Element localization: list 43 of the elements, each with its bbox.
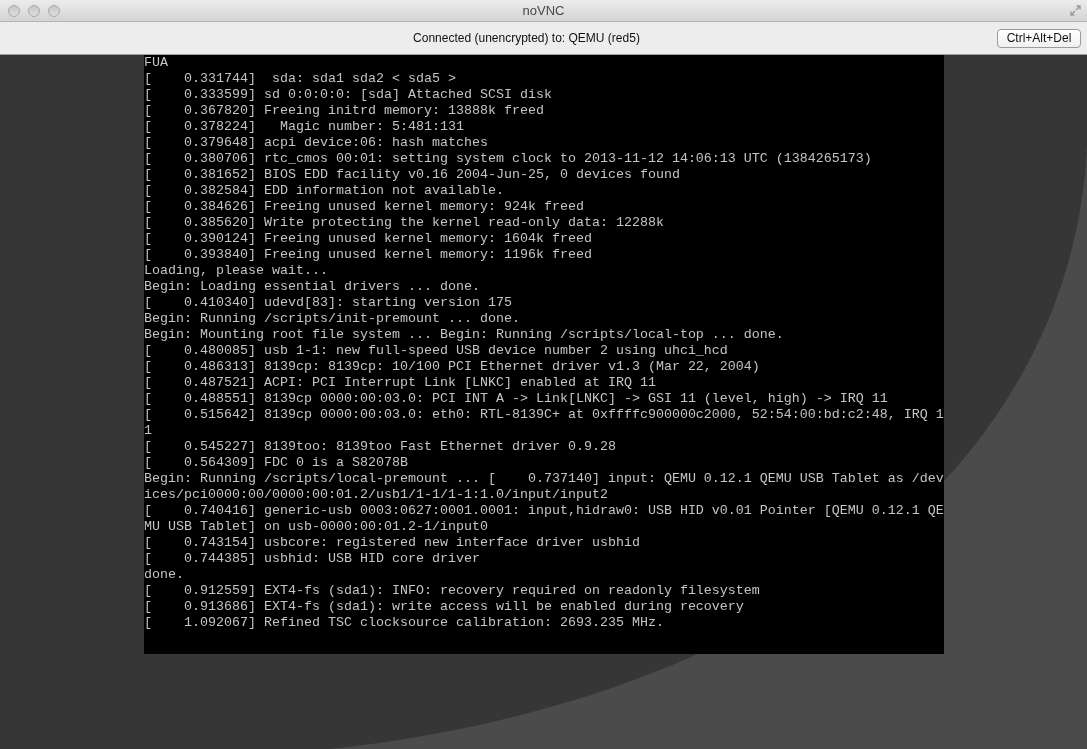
console-line: [ 0.333599] sd 0:0:0:0: [sda] Attached SCSI disk — [144, 87, 552, 103]
console-line: done. — [144, 567, 184, 583]
console-line: Begin: Running /scripts/init-premount ... done. — [144, 311, 520, 327]
console-line: Loading, please wait... — [144, 263, 328, 279]
console-line: [ 0.384626] Freeing unused kernel memory: 924k freed — [144, 199, 584, 215]
ctrl-alt-del-button[interactable]: Ctrl+Alt+Del — [997, 28, 1081, 48]
console-line: [ 0.410340] udevd[83]: starting version 175 — [144, 295, 512, 311]
console-line: [ 0.487521] ACPI: PCI Interrupt Link [LNKC] enabled at IRQ 11 — [144, 375, 656, 391]
fullscreen-icon[interactable] — [1070, 5, 1081, 16]
console-line: MU USB Tablet] on usb-0000:00:01.2-1/input0 — [144, 519, 488, 535]
console-line: [ 0.480085] usb 1-1: new full-speed USB device number 2 using uhci_hcd — [144, 343, 728, 359]
console-line: [ 0.381652] BIOS EDD facility v0.16 2004-Jun-25, 0 devices found — [144, 167, 680, 183]
console-line: [ 0.393840] Freeing unused kernel memory: 1196k freed — [144, 247, 592, 263]
console-line: Begin: Loading essential drivers ... done. — [144, 279, 480, 295]
console-line: [ 0.913686] EXT4-fs (sda1): write access will be enabled during recovery — [144, 599, 744, 615]
console-line: ices/pci0000:00/0000:00:01.2/usb1/1-1/1-1:1.0/input/input2 — [144, 487, 608, 503]
console-line: 1 — [144, 423, 152, 439]
console-line: [ 0.367820] Freeing initrd memory: 13888k freed — [144, 103, 544, 119]
console-line: [ 0.486313] 8139cp: 8139cp: 10/100 PCI Ethernet driver v1.3 (Mar 22, 2004) — [144, 359, 760, 375]
console-line: [ 0.743154] usbcore: registered new interface driver usbhid — [144, 535, 640, 551]
console-line: [ 0.912559] EXT4-fs (sda1): INFO: recovery required on readonly filesystem — [144, 583, 760, 599]
minimize-icon[interactable] — [28, 4, 40, 17]
console-line: [ 0.564309] FDC 0 is a S82078B — [144, 455, 408, 471]
console-line: [ 0.545227] 8139too: 8139too Fast Ethernet driver 0.9.28 — [144, 439, 616, 455]
console-line: [ 0.380706] rtc_cmos 00:01: setting system clock to 2013-11-12 14:06:13 UTC (1384265173) — [144, 151, 872, 167]
console-line: [ 0.390124] Freeing unused kernel memory: 1604k freed — [144, 231, 592, 247]
console-line: [ 0.382584] EDD information not available. — [144, 183, 504, 199]
close-icon[interactable] — [8, 4, 20, 17]
console-line: [ 0.331744] sda: sda1 sda2 < sda5 > — [144, 71, 456, 87]
console-line: [ 0.744385] usbhid: USB HID core driver — [144, 551, 480, 567]
zoom-icon[interactable] — [48, 4, 60, 17]
console-line: [ 0.515642] 8139cp 0000:00:03.0: eth0: RTL-8139C+ at 0xffffc900000c2000, 52:54:00:bd:c2:48, IRQ 1 — [144, 407, 944, 423]
console-line: [ 0.379648] acpi device:06: hash matches — [144, 135, 488, 151]
console-line: [ 0.488551] 8139cp 0000:00:03.0: PCI INT A -> Link[LNKC] -> GSI 11 (level, high) -> IRQ 11 — [144, 391, 888, 407]
console-line: [ 1.092067] Refined TSC clocksource calibration: 2693.235 MHz. — [144, 615, 664, 631]
console-line: FUA — [144, 55, 168, 71]
console-line: [ 0.385620] Write protecting the kernel read-only data: 12288k — [144, 215, 664, 231]
console-line: [ 0.740416] generic-usb 0003:0627:0001.0001: input,hidraw0: USB HID v0.01 Pointer [QEMU 0.12.1 QE — [144, 503, 944, 519]
window-title: noVNC — [522, 4, 565, 17]
console-line: Begin: Mounting root file system ... Begin: Running /scripts/local-top ... done. — [144, 327, 784, 343]
console-line: Begin: Running /scripts/local-premount ... [ 0.737140] input: QEMU 0.12.1 QEMU USB Tablet as /dev — [144, 471, 944, 487]
console-line: [ 0.378224] Magic number: 5:481:131 — [144, 119, 464, 135]
connection-status: Connected (unencrypted) to: QEMU (red5) — [413, 30, 640, 47]
